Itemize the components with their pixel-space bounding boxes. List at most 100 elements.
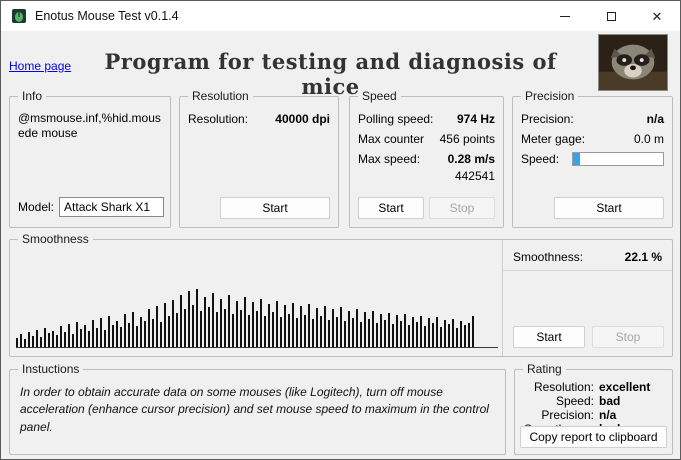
smoothness-bar: [144, 321, 146, 347]
smoothness-bar: [312, 319, 314, 347]
smoothness-bar: [368, 319, 370, 347]
smoothness-bar: [420, 316, 422, 347]
precision-start-button[interactable]: Start: [554, 197, 664, 219]
speed-legend: Speed: [358, 89, 401, 103]
smoothness-bar: [228, 295, 230, 347]
smoothness-bar: [168, 316, 170, 347]
model-input[interactable]: [59, 197, 164, 217]
minimize-button[interactable]: [542, 1, 588, 31]
smoothness-bar: [384, 320, 386, 347]
close-button[interactable]: ✕: [634, 1, 680, 31]
precision-speed-meter-fill: [573, 153, 580, 165]
page-title: Program for testing and diagnosis of mic…: [91, 49, 570, 99]
smoothness-bar: [224, 309, 226, 347]
smoothness-bar: [132, 312, 134, 347]
smoothness-bar: [120, 327, 122, 347]
meter-gage-label: Meter gage:: [521, 132, 585, 146]
smoothness-bar: [60, 326, 62, 347]
smoothness-bar: [416, 322, 418, 347]
smoothness-bar: [188, 291, 190, 347]
window-controls: ✕: [542, 1, 680, 31]
smoothness-start-button[interactable]: Start: [513, 326, 585, 348]
copy-report-button[interactable]: Copy report to clipboard: [520, 426, 667, 448]
smoothness-bar: [424, 326, 426, 347]
smoothness-bar: [400, 321, 402, 347]
smoothness-bar: [216, 312, 218, 347]
smoothness-bar: [408, 325, 410, 347]
precision-label: Precision:: [521, 112, 574, 126]
smoothness-bar: [192, 305, 194, 347]
smoothness-bar: [172, 300, 174, 347]
resolution-value: 40000 dpi: [275, 112, 330, 126]
smoothness-bar: [36, 330, 38, 347]
smoothness-plot: [16, 256, 498, 348]
close-icon: ✕: [652, 10, 663, 23]
smoothness-bar: [48, 333, 50, 347]
rating-legend: Rating: [523, 362, 566, 376]
smoothness-bar: [372, 311, 374, 347]
smoothness-bar: [232, 314, 234, 347]
speed-start-button[interactable]: Start: [358, 197, 424, 219]
smoothness-bar: [148, 309, 150, 347]
smoothness-bar: [84, 325, 86, 347]
home-page-link[interactable]: Home page: [9, 59, 71, 73]
smoothness-bar: [204, 297, 206, 347]
smoothness-bar: [288, 314, 290, 347]
smoothness-bar: [40, 337, 42, 347]
smoothness-bar: [444, 320, 446, 347]
precision-value: n/a: [647, 112, 664, 126]
smoothness-bar: [160, 322, 162, 347]
raw-counter-value: 442541: [350, 169, 503, 183]
polling-speed-label: Polling speed:: [358, 112, 433, 126]
max-counter-label: Max counter: [358, 132, 424, 146]
smoothness-bar: [352, 318, 354, 347]
smoothness-bar: [24, 339, 26, 347]
smoothness-bar: [320, 316, 322, 347]
precision-group: Precision Precision: n/a Meter gage: 0.0…: [512, 96, 673, 228]
smoothness-bar: [96, 328, 98, 347]
smoothness-bar: [32, 336, 34, 347]
smoothness-group: Smoothness Smoothness: 22.1 % Start Stop: [9, 239, 673, 357]
max-speed-value: 0.28 m/s: [448, 152, 495, 166]
info-group: Info @msmouse.inf,%hid.mousede mouse Mod…: [9, 96, 171, 228]
smoothness-bar: [452, 319, 454, 347]
resolution-start-button[interactable]: Start: [220, 197, 330, 219]
smoothness-bar: [316, 308, 318, 347]
maximize-button[interactable]: [588, 1, 634, 31]
smoothness-stop-button[interactable]: Stop: [592, 326, 664, 348]
smoothness-bar: [156, 306, 158, 347]
smoothness-bar: [380, 314, 382, 347]
precision-legend: Precision: [521, 89, 578, 103]
smoothness-bar: [64, 332, 66, 347]
app-icon: [11, 8, 27, 24]
smoothness-bar: [284, 305, 286, 347]
smoothness-bar: [208, 307, 210, 347]
smoothness-bar: [220, 299, 222, 347]
smoothness-bar: [404, 314, 406, 347]
smoothness-bar: [340, 307, 342, 347]
rating-row-value: bad: [599, 394, 666, 408]
smoothness-bar: [280, 317, 282, 347]
resolution-group: Resolution Resolution: 40000 dpi Start: [179, 96, 339, 228]
smoothness-bar: [336, 317, 338, 347]
smoothness-bar: [472, 316, 474, 347]
smoothness-bar: [456, 328, 458, 347]
smoothness-bar: [248, 315, 250, 347]
smoothness-bar: [428, 318, 430, 347]
smoothness-bar: [276, 301, 278, 347]
rating-row-label: Speed:: [521, 394, 599, 408]
info-legend: Info: [18, 89, 46, 103]
speed-stop-button[interactable]: Stop: [429, 197, 495, 219]
smoothness-bar: [180, 295, 182, 347]
smoothness-bar: [196, 289, 198, 347]
smoothness-bar: [240, 310, 242, 347]
smoothness-bar: [16, 338, 18, 347]
rating-row-label: Precision:: [521, 408, 599, 422]
smoothness-bar: [184, 309, 186, 347]
smoothness-bar: [376, 323, 378, 347]
instructions-legend: Instuctions: [18, 362, 83, 376]
smoothness-bar: [344, 321, 346, 347]
smoothness-value: 22.1 %: [625, 250, 662, 264]
minimize-icon: [560, 16, 570, 17]
smoothness-bar: [44, 328, 46, 347]
